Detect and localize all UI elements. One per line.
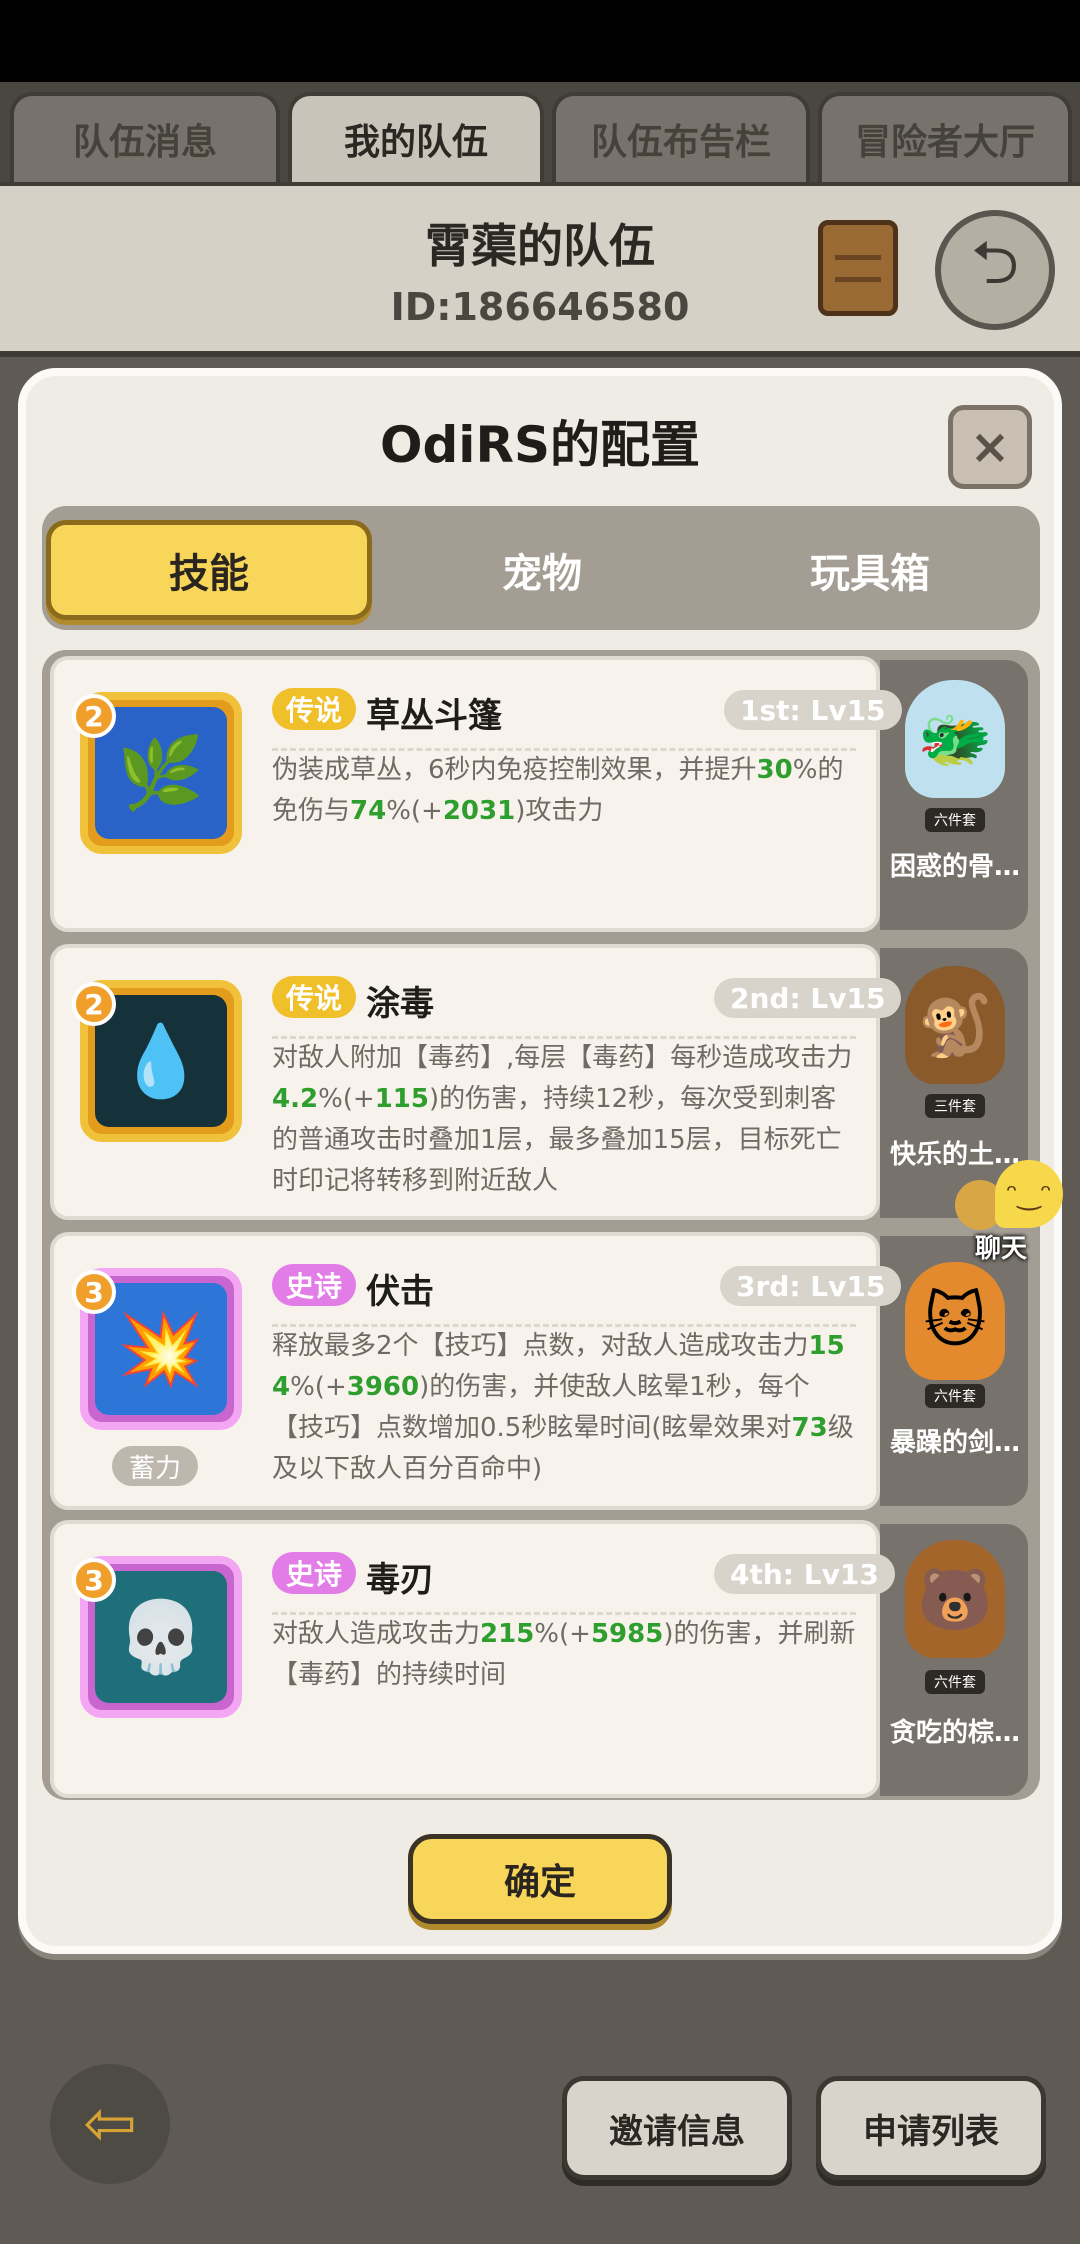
pet-figure-icon: 🐲 [905,680,1005,798]
pet-name: 暴躁的剑… [889,1428,1020,1458]
skill-slot-level: 4th: Lv13 [714,1554,895,1594]
skill-slot-level: 3rd: Lv15 [720,1266,902,1306]
skill-description: 伪装成草丛，6秒内免疫控制效果，并提升30%的免伤与74%(+2031)攻击力 [272,755,844,826]
skill-name: 涂毒 [366,984,434,1024]
pet-set-badge: 六件套 [925,1384,985,1408]
skill-level-badge: 2 [72,694,116,738]
ambush-icon: 💥 [95,1283,227,1415]
charge-label: 蓄力 [112,1446,198,1486]
skill-slot-level: 1st: Lv15 [724,690,902,730]
scroll-icon[interactable] [818,220,898,316]
poison-blade-skull-icon: 💀 [95,1571,227,1703]
skill-slot-level: 2nd: Lv15 [714,978,902,1018]
pet-set-badge: 六件套 [925,1670,985,1694]
apply-list-button[interactable]: 申请列表 [816,2076,1046,2180]
skill-name: 伏击 [366,1272,434,1312]
invite-info-button[interactable]: 邀请信息 [562,2076,792,2180]
tab-team-board[interactable]: 队伍布告栏 [552,92,810,182]
skill-name: 草丛斗篷 [366,696,502,736]
pet-name: 贪吃的棕… [889,1718,1020,1748]
poison-drop-icon: 💧 [95,995,227,1127]
back-arrow-icon[interactable]: ⇦ [50,2064,170,2184]
confirm-button[interactable]: 确定 [408,1834,672,1924]
smiley-chat-icon: ᵔ‿ᵔ [995,1160,1063,1228]
skill-description: 释放最多2个【技巧】点数，对敌人造成攻击力154%(+3960)的伤害，并使敌人… [272,1331,854,1484]
close-button[interactable]: × [948,405,1032,489]
tab-team-messages[interactable]: 队伍消息 [10,92,280,182]
pet-name: 困惑的骨… [889,852,1020,882]
pet-figure-icon: 🐻 [905,1540,1005,1658]
modal-title: OdiRS的配置 [380,416,700,474]
skill-level-badge: 3 [72,1558,116,1602]
pet-set-badge: 三件套 [925,1094,985,1118]
skill-name: 毒刃 [366,1560,434,1600]
tab-toybox[interactable]: 玩具箱 [712,520,1028,620]
skill-level-badge: 2 [72,982,116,1026]
pet-set-badge: 六件套 [925,808,985,832]
exit-team-icon[interactable]: ⮌ [935,210,1055,330]
bush-cloak-icon: 🌿 [95,707,227,839]
tab-my-team[interactable]: 我的队伍 [288,92,544,182]
pet-figure-icon: 🐱 [905,1262,1005,1380]
chat-button[interactable]: ᵔ‿ᵔ 聊天 [955,1160,1065,1264]
rarity-tag: 传说 [272,688,357,730]
rarity-tag: 史诗 [272,1552,357,1594]
chat-label: 聊天 [975,1234,1028,1264]
pet-figure-icon: 🐒 [905,966,1005,1084]
team-name: 霄蕖的队伍 [425,219,655,273]
rarity-tag: 传说 [272,976,357,1018]
status-bar [0,0,1080,82]
tab-adventurer-hall[interactable]: 冒险者大厅 [818,92,1072,182]
skill-description: 对敌人附加【毒药】,每层【毒药】每秒造成攻击力4.2%(+115)的伤害，持续1… [272,1043,853,1196]
tab-pets[interactable]: 宠物 [382,520,702,620]
team-id: ID:186646580 [390,285,690,329]
rarity-tag: 史诗 [272,1264,357,1306]
tab-skills[interactable]: 技能 [46,520,372,620]
skill-level-badge: 3 [72,1270,116,1314]
skill-description: 对敌人造成攻击力215%(+5985)的伤害，并刷新【毒药】的持续时间 [272,1619,856,1690]
